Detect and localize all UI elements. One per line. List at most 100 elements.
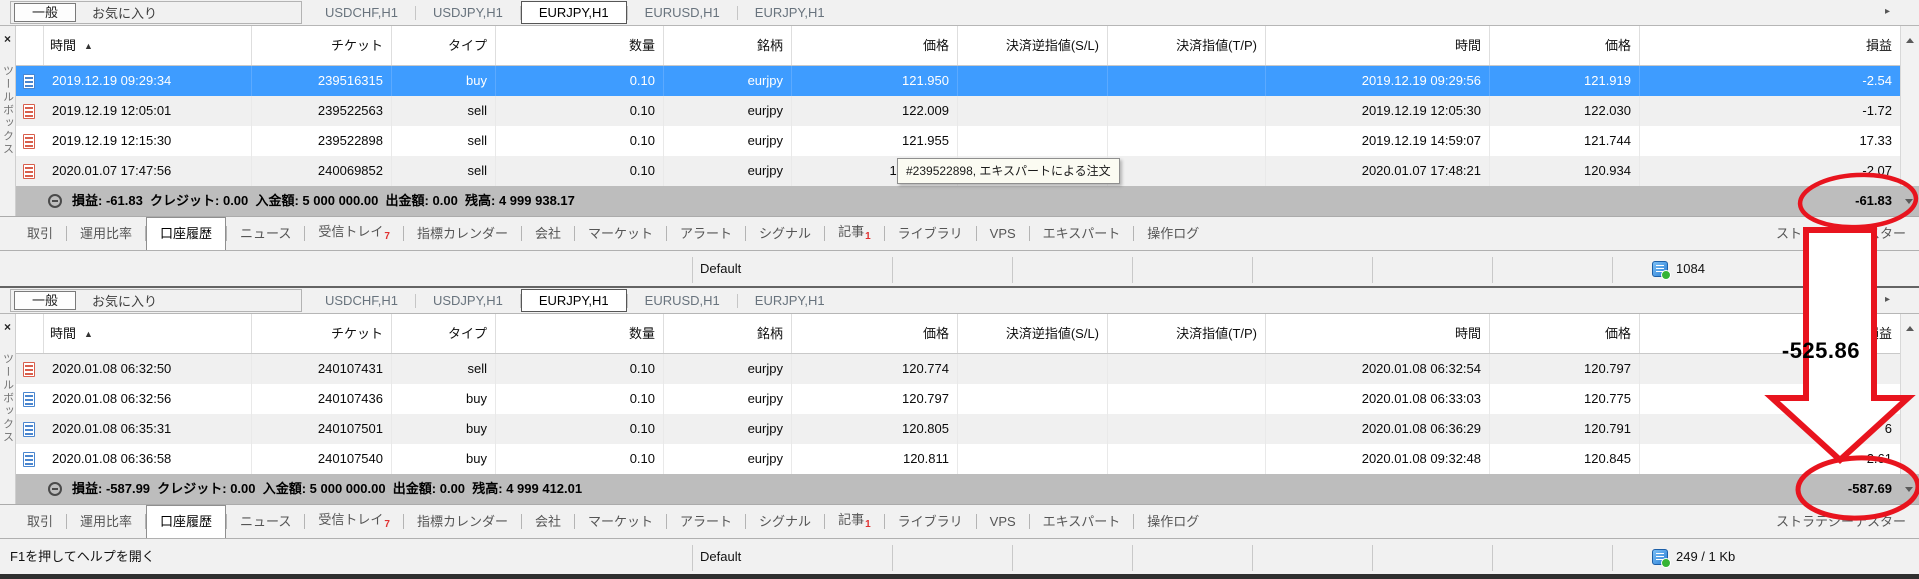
- column-header-tp[interactable]: 決済指値(T/P): [1108, 314, 1266, 353]
- chart-tab[interactable]: USDCHF,H1: [308, 1, 415, 24]
- scroll-up-icon[interactable]: [1906, 38, 1914, 43]
- toolbox-tab-6[interactable]: 会社: [522, 217, 574, 250]
- toolbox-tab-9[interactable]: シグナル: [746, 217, 824, 250]
- toolbox-tab-5[interactable]: 指標カレンダー: [404, 217, 521, 250]
- column-header-profit[interactable]: 損益: [1640, 26, 1900, 65]
- profile-name[interactable]: Default: [700, 539, 741, 575]
- order-sell-icon: [23, 164, 35, 179]
- column-header-price-close[interactable]: 価格: [1490, 314, 1640, 353]
- column-header-type[interactable]: タイプ: [392, 26, 496, 65]
- chart-tab[interactable]: USDJPY,H1: [416, 289, 520, 312]
- cell-tp: [1108, 66, 1266, 96]
- chart-tab[interactable]: USDCHF,H1: [308, 289, 415, 312]
- column-header-type[interactable]: タイプ: [392, 314, 496, 353]
- toolbox-tab-10[interactable]: 記事1: [825, 503, 884, 541]
- column-header-ticket[interactable]: チケット: [252, 314, 392, 353]
- scroll-down-icon[interactable]: [1905, 487, 1913, 492]
- toolbox-tab-11[interactable]: ライブラリ: [885, 505, 976, 538]
- column-header-symbol[interactable]: 銘柄: [664, 26, 792, 65]
- table-row[interactable]: 2020.01.08 06:35:31240107501buy0.10eurjp…: [16, 414, 1900, 444]
- toolbox-tab-5[interactable]: 指標カレンダー: [404, 505, 521, 538]
- strategy-tester-tab[interactable]: ストラテジーテスター: [1776, 505, 1906, 538]
- column-header-price-open[interactable]: 価格: [792, 26, 958, 65]
- toolbox-tab-4[interactable]: 受信トレイ7: [305, 215, 403, 253]
- toolbox-tab-8[interactable]: アラート: [667, 217, 745, 250]
- column-header-sl[interactable]: 決済逆指値(S/L): [958, 314, 1108, 353]
- collapse-icon[interactable]: [48, 482, 62, 496]
- toolbox-tab-13[interactable]: エキスパート: [1030, 505, 1134, 538]
- tab-general[interactable]: 一般: [14, 3, 76, 22]
- table-scrollbar[interactable]: [1900, 314, 1919, 474]
- chart-tab[interactable]: EURJPY,H1: [738, 289, 842, 312]
- column-header-tp[interactable]: 決済指値(T/P): [1108, 26, 1266, 65]
- tab-scroll-right-icon[interactable]: ▸: [1885, 294, 1890, 306]
- column-header-price-open[interactable]: 価格: [792, 314, 958, 353]
- tab-scroll-right-icon[interactable]: ▸: [1885, 6, 1890, 18]
- chart-tab[interactable]: EURJPY,H1: [521, 289, 627, 312]
- toolbox-tab-13[interactable]: エキスパート: [1030, 217, 1134, 250]
- cell-profit: -1.72: [1640, 96, 1900, 126]
- close-icon[interactable]: ×: [4, 321, 11, 333]
- toolbox-tab-2[interactable]: 口座履歴: [146, 505, 226, 538]
- toolbox-tab-14[interactable]: 操作ログ: [1134, 217, 1212, 250]
- table-row[interactable]: 2020.01.08 06:36:58240107540buy0.10eurjp…: [16, 444, 1900, 474]
- chart-tab[interactable]: EURJPY,H1: [521, 1, 627, 24]
- column-header-time-open[interactable]: 時間▲: [44, 314, 252, 353]
- toolbox-tab-3[interactable]: ニュース: [227, 217, 304, 250]
- profile-name[interactable]: Default: [700, 251, 741, 287]
- toolbox-tab-label: マーケット: [588, 226, 653, 241]
- toolbox-tab-11[interactable]: ライブラリ: [885, 217, 976, 250]
- toolbox-tab-8[interactable]: アラート: [667, 505, 745, 538]
- toolbox-tab-6[interactable]: 会社: [522, 505, 574, 538]
- chart-tab[interactable]: EURUSD,H1: [628, 289, 737, 312]
- chart-tab[interactable]: EURUSD,H1: [628, 1, 737, 24]
- column-header-profit[interactable]: 損益: [1640, 314, 1900, 353]
- toolbox-tab-label: 指標カレンダー: [417, 226, 508, 241]
- toolbox-tab-10[interactable]: 記事1: [825, 215, 884, 253]
- column-header-ticket[interactable]: チケット: [252, 26, 392, 65]
- collapse-icon[interactable]: [48, 194, 62, 208]
- table-row[interactable]: 2019.12.19 12:05:01239522563sell0.10eurj…: [16, 96, 1900, 126]
- toolbox-tab-1[interactable]: 運用比率: [67, 505, 145, 538]
- column-header-time-open[interactable]: 時間▲: [44, 26, 252, 65]
- table-row[interactable]: 2019.12.19 09:29:34239516315buy0.10eurjp…: [16, 66, 1900, 96]
- column-header-price-close[interactable]: 価格: [1490, 26, 1640, 65]
- chart-tab[interactable]: USDJPY,H1: [416, 1, 520, 24]
- toolbox-tab-4[interactable]: 受信トレイ7: [305, 503, 403, 541]
- toolbox-tab-12[interactable]: VPS: [977, 217, 1029, 250]
- toolbox-tab-12[interactable]: VPS: [977, 505, 1029, 538]
- table-row[interactable]: 2020.01.08 06:32:56240107436buy0.10eurjp…: [16, 384, 1900, 414]
- scroll-down-icon[interactable]: [1905, 199, 1913, 204]
- toolbox-tab-0[interactable]: 取引: [14, 217, 66, 250]
- toolbox-tab-14[interactable]: 操作ログ: [1134, 505, 1212, 538]
- column-header-symbol[interactable]: 銘柄: [664, 314, 792, 353]
- toolbox-tab-3[interactable]: ニュース: [227, 505, 304, 538]
- toolbox-tab-7[interactable]: マーケット: [575, 217, 666, 250]
- table-row[interactable]: 2020.01.08 06:32:50240107431sell0.10eurj…: [16, 354, 1900, 384]
- column-header-volume[interactable]: 数量: [496, 314, 664, 353]
- close-icon[interactable]: ×: [4, 33, 11, 45]
- toolbox-tab-1[interactable]: 運用比率: [67, 217, 145, 250]
- tab-general[interactable]: 一般: [14, 291, 76, 310]
- column-header-time-close[interactable]: 時間: [1266, 314, 1490, 353]
- tab-favorites[interactable]: お気に入り: [92, 3, 157, 22]
- column-header-time-close[interactable]: 時間: [1266, 26, 1490, 65]
- column-header-sl[interactable]: 決済逆指値(S/L): [958, 26, 1108, 65]
- toolbox-tab-2[interactable]: 口座履歴: [146, 217, 226, 250]
- chart-tab[interactable]: EURJPY,H1: [738, 1, 842, 24]
- toolbox-tab-0[interactable]: 取引: [14, 505, 66, 538]
- strategy-tester-tab[interactable]: ストラテジーテスター: [1776, 217, 1906, 250]
- toolbox-tab-label: 記事: [838, 512, 864, 527]
- cell-sl: [958, 414, 1108, 444]
- table-scrollbar[interactable]: [1900, 26, 1919, 186]
- tab-favorites[interactable]: お気に入り: [92, 291, 157, 310]
- cell-symbol: eurjpy: [664, 384, 792, 414]
- status-cell-divider: [1372, 545, 1373, 571]
- table-row[interactable]: 2019.12.19 12:15:30239522898sell0.10eurj…: [16, 126, 1900, 156]
- toolbox-tabbar: 取引運用比率口座履歴ニュース受信トレイ7 指標カレンダー会社マーケットアラートシグ…: [0, 216, 1919, 250]
- scroll-up-icon[interactable]: [1906, 326, 1914, 331]
- column-header-volume[interactable]: 数量: [496, 26, 664, 65]
- cell-type: buy: [392, 66, 496, 96]
- toolbox-tab-7[interactable]: マーケット: [575, 505, 666, 538]
- toolbox-tab-9[interactable]: シグナル: [746, 505, 824, 538]
